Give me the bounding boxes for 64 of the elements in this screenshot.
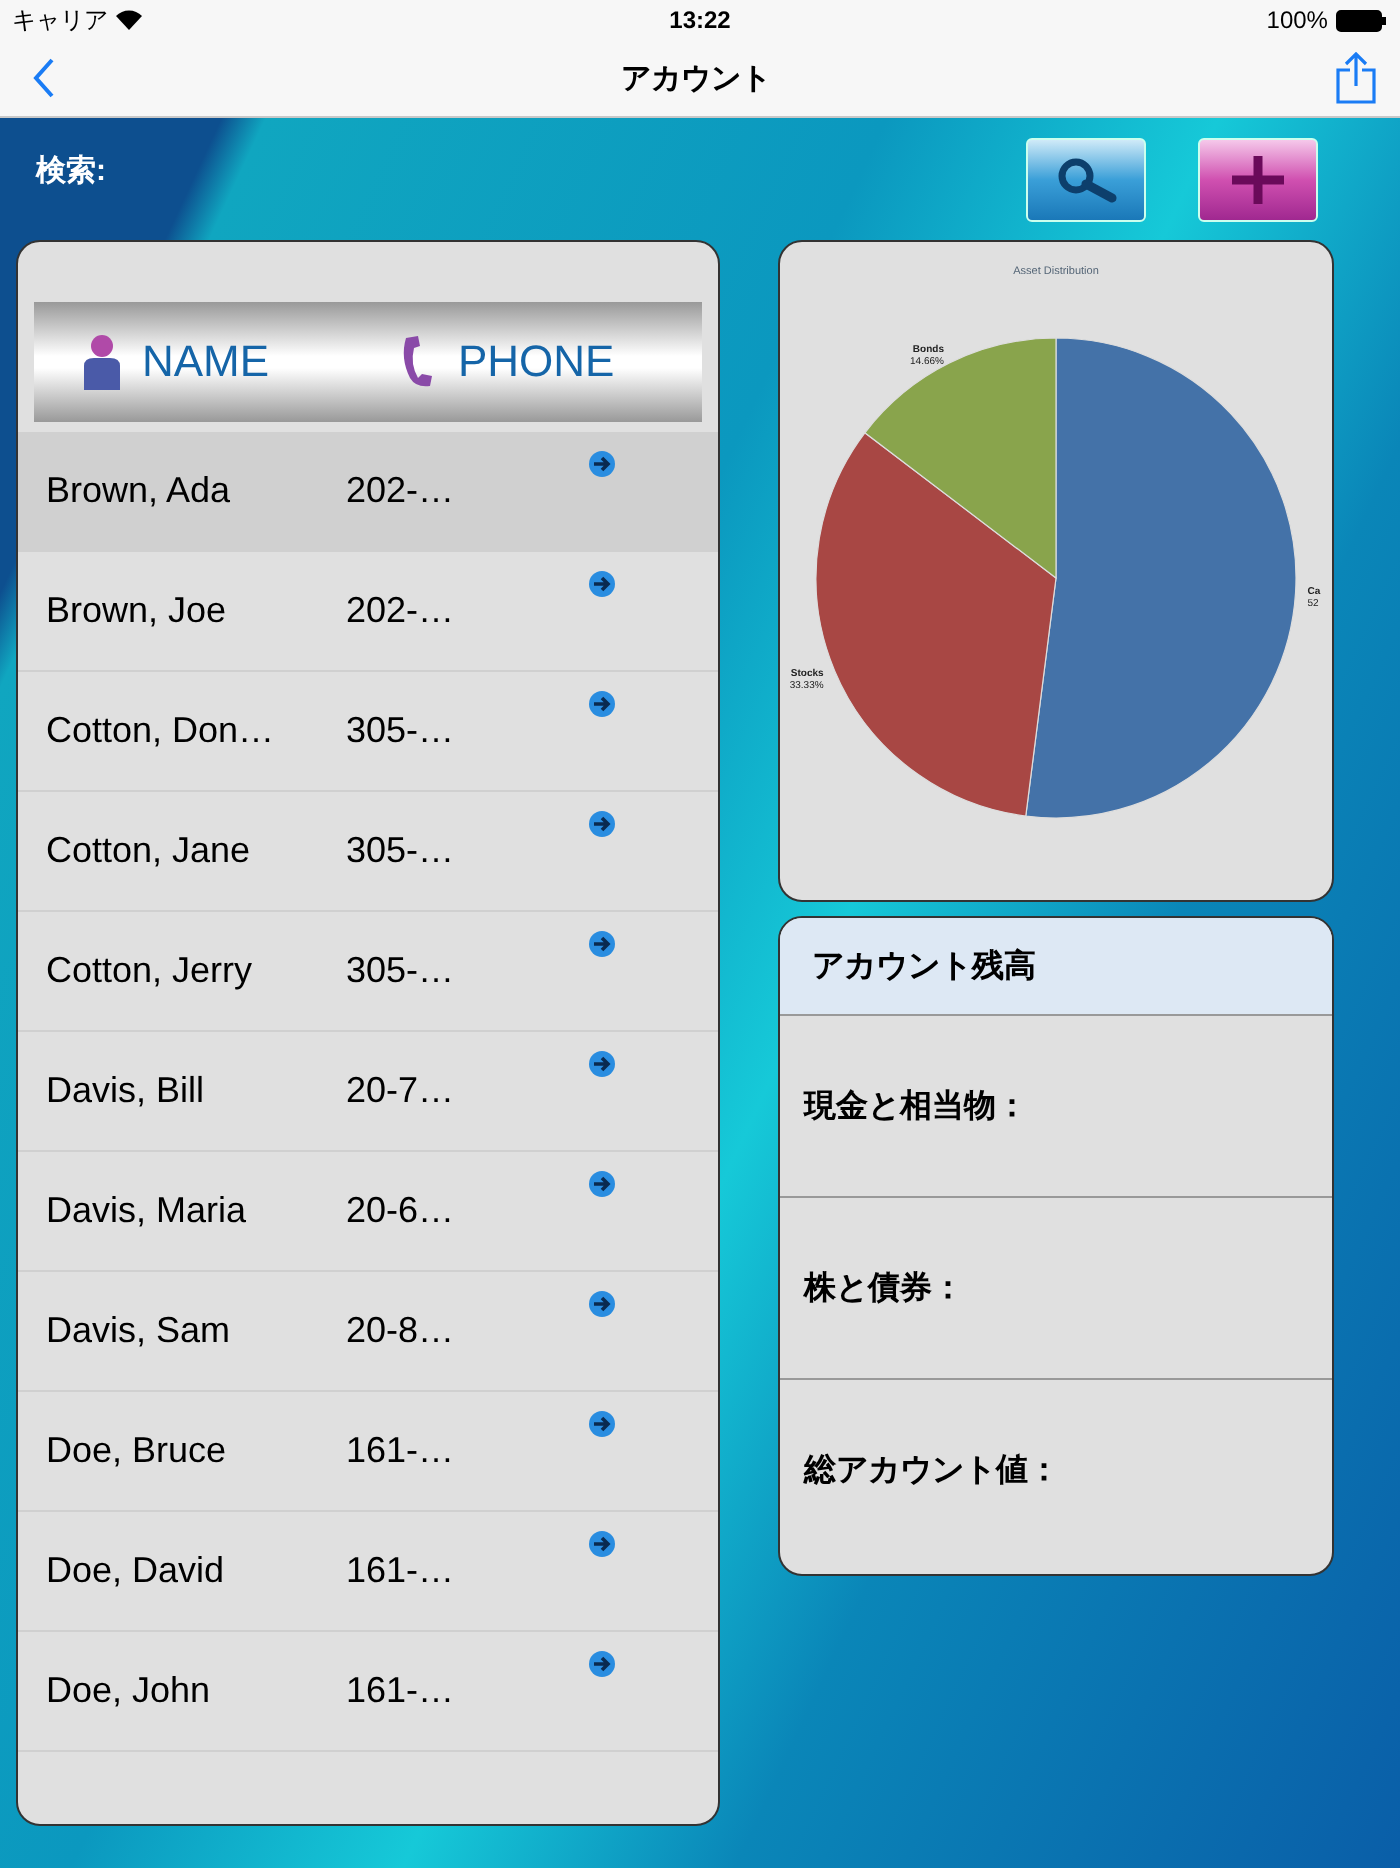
clock: 13:22	[669, 6, 731, 34]
nav-title: アカウント	[621, 59, 771, 97]
search-button[interactable]	[1026, 137, 1146, 221]
add-button[interactable]	[1198, 137, 1318, 221]
column-header: NAME	[142, 336, 270, 388]
contact-phone: 305-…	[346, 830, 455, 872]
search-label: 検索:	[36, 152, 106, 190]
battery-percentage: 100%	[1266, 6, 1328, 34]
contact-phone: 202-…	[346, 470, 455, 512]
contact-row[interactable]: Cotton, Jerry 305-…	[18, 912, 718, 1032]
arrow-icon[interactable]	[588, 450, 616, 478]
contact-phone: 20-6…	[346, 1190, 455, 1232]
arrow-icon[interactable]	[588, 1650, 616, 1678]
contact-row[interactable]: Doe, David 161-…	[18, 1512, 718, 1632]
contact-row[interactable]: Doe, John 161-…	[18, 1632, 718, 1752]
contact-name: Cotton, Don…	[46, 710, 277, 752]
plus-icon	[1230, 153, 1286, 205]
contact-phone: 305-…	[346, 710, 455, 752]
balance-label: 現金と相当物：	[780, 1016, 1332, 1198]
column-header: PHONE	[458, 336, 615, 388]
contact-row[interactable]: Davis, Bill 20-7…	[18, 1032, 718, 1152]
balance-label: 株と債券：	[780, 1198, 1332, 1380]
contact-row[interactable]: Davis, Sam 20-8…	[18, 1272, 718, 1392]
contact-name: Brown, Joe	[46, 590, 229, 632]
contact-name: Davis, Maria	[46, 1190, 249, 1232]
back-icon[interactable]	[32, 58, 56, 98]
arrow-icon[interactable]	[588, 1410, 616, 1438]
arrow-icon[interactable]	[588, 1170, 616, 1198]
contact-row[interactable]: Doe, Bruce 161-…	[18, 1392, 718, 1512]
contact-phone: 161-…	[346, 1430, 455, 1472]
arrow-icon[interactable]	[588, 1290, 616, 1318]
balance-label: 総アカウント値：	[801, 1451, 1062, 1492]
arrow-icon[interactable]	[588, 1050, 616, 1078]
contact-name: Davis, Bill	[46, 1070, 207, 1112]
contact-name: Doe, Bruce	[46, 1430, 229, 1472]
contact-name: Cotton, Jerry	[46, 950, 255, 992]
arrow-icon[interactable]	[588, 570, 616, 598]
battery-icon	[1335, 9, 1388, 31]
contact-name: Cotton, Jane	[46, 830, 253, 872]
share-icon[interactable]	[1336, 52, 1376, 104]
contact-row[interactable]: Brown, Joe 202-…	[18, 552, 718, 672]
contact-phone: 202-…	[346, 590, 455, 632]
contact-name: Davis, Sam	[46, 1310, 233, 1352]
contact-phone: 20-8…	[346, 1310, 455, 1352]
contact-name: Doe, David	[46, 1550, 227, 1592]
carrier-label: キャリア	[12, 3, 108, 37]
contact-row[interactable]: Davis, Maria 20-6…	[18, 1152, 718, 1272]
contact-phone: 305-…	[346, 950, 455, 992]
contact-name: Doe, John	[46, 1670, 213, 1712]
balance-title: アカウント残高	[780, 918, 1332, 1016]
arrow-icon[interactable]	[588, 930, 616, 958]
arrow-icon[interactable]	[588, 810, 616, 838]
phone-icon	[398, 334, 438, 390]
person-icon	[82, 334, 122, 390]
contact-row[interactable]: Cotton, Jane 305-…	[18, 792, 718, 912]
contact-row[interactable]: Cotton, Don… 305-…	[18, 672, 718, 792]
contact-phone: 161-…	[346, 1550, 455, 1592]
arrow-icon[interactable]	[588, 1530, 616, 1558]
contact-phone: 161-…	[346, 1670, 455, 1712]
arrow-icon[interactable]	[588, 690, 616, 718]
wifi-icon	[116, 10, 142, 30]
contact-row[interactable]: Brown, Ada 202-…	[18, 432, 718, 552]
contact-phone: 20-7…	[346, 1070, 455, 1112]
contact-name: Brown, Ada	[46, 470, 233, 512]
